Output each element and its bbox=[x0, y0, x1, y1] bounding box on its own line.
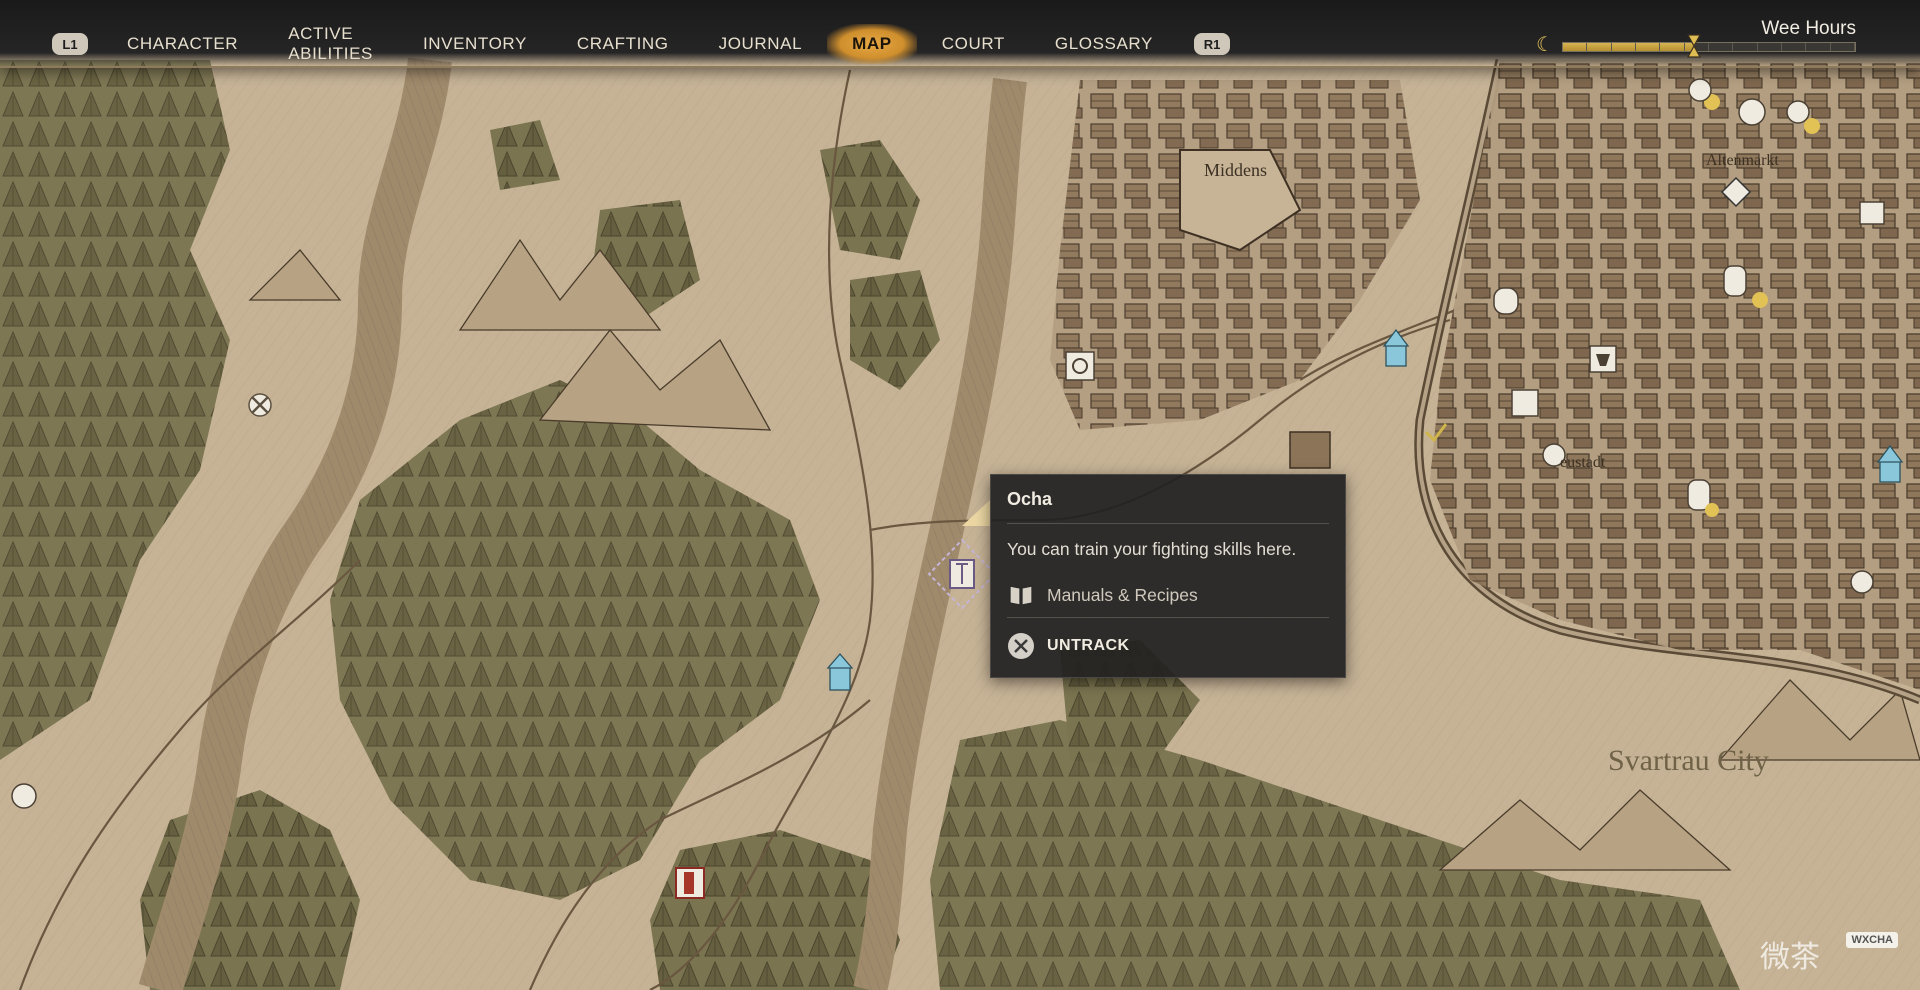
tab-character[interactable]: CHARACTER bbox=[102, 24, 263, 64]
tooltip-divider bbox=[1007, 617, 1329, 618]
cross-button-icon[interactable] bbox=[1007, 632, 1035, 660]
crossed-bones-icon bbox=[248, 393, 272, 417]
map-label-altenmarkt: Altenmarkt bbox=[1706, 152, 1779, 169]
tooltip-category-label: Manuals & Recipes bbox=[1047, 584, 1198, 605]
hunter-icon bbox=[675, 867, 705, 899]
crescent-icon bbox=[1705, 503, 1719, 517]
tavern-icon bbox=[1065, 351, 1095, 381]
tab-inventory[interactable]: INVENTORY bbox=[398, 24, 552, 64]
beggar-icon bbox=[11, 783, 37, 809]
moon-icon: ☾ bbox=[1536, 34, 1554, 56]
tab-journal[interactable]: JOURNAL bbox=[694, 24, 828, 64]
world-map[interactable] bbox=[0, 0, 1920, 990]
untrack-label[interactable]: UNTRACK bbox=[1047, 637, 1130, 655]
hourglass-icon bbox=[1687, 34, 1702, 58]
location-tooltip: Ocha You can train your fighting skills … bbox=[990, 474, 1346, 678]
time-of-day-label: Wee Hours bbox=[1761, 18, 1856, 39]
time-of-day-bar bbox=[1562, 42, 1856, 52]
scroll-icon bbox=[1723, 265, 1747, 297]
watermark-text: 微茶 bbox=[1760, 940, 1820, 975]
alchemy-icon bbox=[1859, 201, 1885, 225]
map-label-neustadt: eustadt bbox=[1560, 454, 1606, 471]
tab-crafting[interactable]: CRAFTING bbox=[552, 24, 694, 64]
tooltip-category: Manuals & Recipes bbox=[1007, 582, 1198, 608]
book-icon bbox=[1009, 585, 1033, 606]
tooltip-pointer bbox=[962, 500, 990, 526]
l1-button-hint[interactable]: L1 bbox=[52, 33, 88, 55]
tab-active-abilities[interactable]: ACTIVE ABILITIES bbox=[263, 24, 398, 64]
tab-glossary[interactable]: GLOSSARY bbox=[1030, 24, 1178, 64]
shop-icon bbox=[1589, 345, 1617, 373]
top-navigation-bar: L1 CHARACTER ACTIVE ABILITIES INVENTORY … bbox=[0, 0, 1920, 68]
tab-map[interactable]: MAP bbox=[827, 24, 917, 64]
armour-icon bbox=[1511, 389, 1539, 417]
r1-button-hint[interactable]: R1 bbox=[1194, 33, 1230, 55]
gate-icon bbox=[1493, 287, 1519, 315]
map-label-middens: Middens bbox=[1204, 160, 1267, 180]
map-label-svartrau-city: Svartrau City bbox=[1608, 744, 1769, 777]
untrack-action[interactable]: UNTRACK bbox=[1007, 632, 1130, 660]
moneybag-icon bbox=[1850, 570, 1874, 594]
map-canvas bbox=[0, 0, 1920, 990]
watermark-badge: WXCHA bbox=[1846, 932, 1898, 948]
tooltip-description: You can train your fighting skills here. bbox=[1007, 539, 1297, 559]
tooltip-divider bbox=[1007, 523, 1329, 524]
tooltip-title: Ocha bbox=[1007, 489, 1053, 509]
tab-court[interactable]: COURT bbox=[917, 24, 1030, 64]
time-ticks bbox=[1563, 43, 1855, 51]
